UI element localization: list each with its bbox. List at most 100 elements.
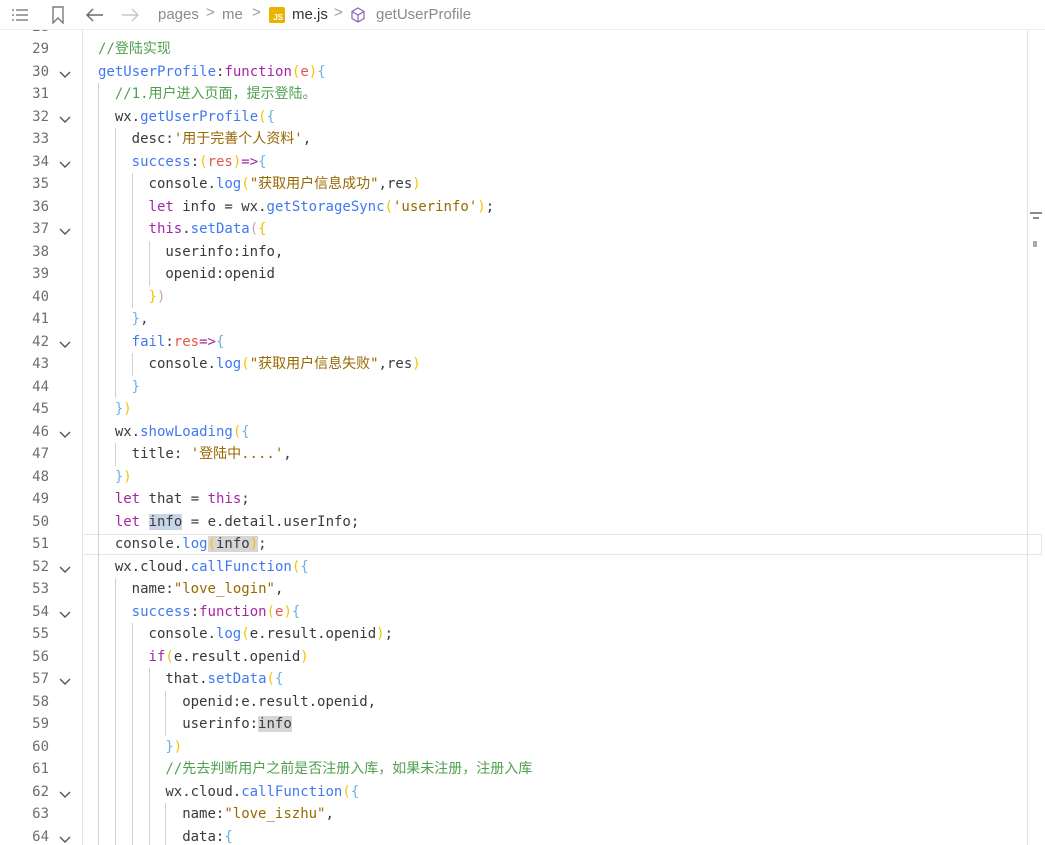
code-text: }	[131, 378, 141, 395]
indent-guide	[98, 533, 99, 556]
code-line[interactable]: 49 let that = this;	[0, 488, 1045, 511]
code-text: openid:e.result.openid,	[182, 693, 377, 710]
chevron-right-icon: >	[252, 4, 261, 21]
indent-guide	[98, 825, 99, 845]
breadcrumb-symbol[interactable]: getUserProfile	[376, 6, 471, 24]
code-line[interactable]: 59 userinfo:info	[0, 713, 1045, 736]
fold-chevron-icon[interactable]	[58, 156, 72, 168]
code-line[interactable]: 62 wx.cloud.callFunction({	[0, 780, 1045, 803]
indent-guide	[98, 690, 99, 713]
fold-chevron-icon[interactable]	[58, 561, 72, 573]
code-line[interactable]: 54 success:function(e){	[0, 600, 1045, 623]
code-line[interactable]: 44}	[0, 375, 1045, 398]
code-line[interactable]: 53 name:"love_login",	[0, 578, 1045, 601]
code-editor[interactable]: 28 29//登陆实现30getUserProfile:function(e){…	[0, 30, 1045, 845]
code-line[interactable]: 58 openid:e.result.openid,	[0, 690, 1045, 713]
line-number: 40	[32, 288, 49, 305]
code-line[interactable]: 33 desc:'用于完善个人资料',	[0, 128, 1045, 151]
indent-guide	[165, 803, 167, 826]
indent-guide	[114, 285, 116, 308]
indent-guide	[165, 713, 167, 736]
indent-guide	[131, 825, 133, 845]
code-line[interactable]: 57 that.setData({	[0, 668, 1045, 691]
code-line[interactable]: 60})	[0, 735, 1045, 758]
code-line[interactable]: 56 if(e.result.openid)	[0, 645, 1045, 668]
code-line[interactable]: 35 console.log("获取用户信息成功",res)	[0, 173, 1045, 196]
code-text: name:"love_iszhu",	[182, 806, 334, 822]
indent-guide	[98, 285, 99, 308]
fold-chevron-icon[interactable]	[58, 673, 72, 685]
code-line[interactable]: 29 //登陆实现	[0, 38, 1045, 61]
code-text: })	[114, 401, 132, 417]
fold-chevron-icon[interactable]	[58, 606, 72, 618]
line-number: 37	[32, 221, 49, 237]
code-line[interactable]: 36 let info = wx.getStorageSync('userinfo…	[0, 195, 1045, 218]
indent-guide	[148, 803, 150, 826]
fold-chevron-icon[interactable]	[58, 786, 72, 798]
code-line[interactable]: 32 wx.getUserProfile({	[0, 105, 1045, 128]
code-line[interactable]: 52 wx.cloud.callFunction({	[0, 555, 1045, 578]
code-line[interactable]: 38 userinfo:info,	[0, 240, 1045, 263]
code-text: name:"love_login",	[131, 581, 284, 597]
fold-chevron-icon[interactable]	[58, 111, 72, 123]
code-line[interactable]: 40})	[0, 285, 1045, 308]
indent-guide	[98, 150, 99, 173]
breadcrumb-bar: pages > me > JS me.js > getUserProfile	[0, 0, 1045, 30]
forward-arrow-icon[interactable]	[119, 4, 141, 26]
code-line[interactable]: 45})	[0, 398, 1045, 421]
code-line[interactable]: 46 wx.showLoading({	[0, 420, 1045, 443]
code-text: })	[114, 468, 132, 485]
code-line[interactable]: 31 //1.用户进入页面，提示登陆。	[0, 83, 1045, 106]
indent-guide	[131, 803, 133, 826]
fold-chevron-icon[interactable]	[58, 426, 72, 438]
line-number: 61	[32, 761, 49, 777]
indent-guide	[98, 623, 99, 646]
code-line[interactable]: 47 title: '登陆中....',	[0, 443, 1045, 466]
code-text: wx.cloud.callFunction({	[165, 783, 360, 800]
code-line[interactable]: 43 console.log("获取用户信息失败",res)	[0, 353, 1045, 376]
indent-guide	[131, 240, 133, 263]
bookmark-icon[interactable]	[47, 4, 69, 26]
fold-chevron-icon[interactable]	[58, 336, 72, 348]
code-line[interactable]: 51 console.log(info);	[0, 533, 1045, 556]
vertical-scrollbar[interactable]	[1027, 30, 1028, 845]
indent-guide	[131, 780, 133, 803]
code-line[interactable]: 55 console.log(e.result.openid);	[0, 623, 1045, 646]
code-line[interactable]: 30 getUserProfile:function(e){	[0, 61, 1045, 84]
line-number: 29	[32, 41, 49, 57]
fold-chevron-icon[interactable]	[58, 223, 72, 235]
indent-guide	[98, 735, 99, 758]
line-number: 38	[32, 243, 49, 260]
code-line[interactable]: 41},	[0, 308, 1045, 331]
code-text: that.setData({	[165, 671, 284, 687]
breadcrumb-file[interactable]: me.js	[292, 6, 328, 24]
code-text: //登陆实现	[98, 41, 171, 57]
code-line[interactable]: 64 data:{	[0, 825, 1045, 845]
code-line[interactable]: 63 name:"love_iszhu",	[0, 803, 1045, 826]
code-line[interactable]: 39 openid:openid	[0, 263, 1045, 286]
code-line[interactable]: 61 //先去判断用户之前是否注册入库，如果未注册，注册入库	[0, 758, 1045, 781]
code-line[interactable]: 34 success:(res)=>{	[0, 150, 1045, 173]
fold-chevron-icon[interactable]	[58, 66, 72, 78]
outline-icon[interactable]	[9, 4, 31, 26]
code-line[interactable]: 50 let info = e.detail.userInfo;	[0, 510, 1045, 533]
breadcrumb-pages[interactable]: pages	[158, 6, 199, 24]
indent-guide	[114, 735, 116, 758]
code-text: success:function(e){	[131, 603, 301, 620]
fold-chevron-icon[interactable]	[58, 831, 72, 843]
code-line[interactable]: 42 fail:res=>{	[0, 330, 1045, 353]
indent-guide	[131, 173, 133, 196]
indent-guide	[98, 600, 99, 623]
chevron-right-icon: >	[334, 4, 343, 21]
code-line[interactable]: 48})	[0, 465, 1045, 488]
code-text: },	[131, 311, 149, 327]
back-arrow-icon[interactable]	[84, 4, 106, 26]
breadcrumb-me[interactable]: me	[222, 6, 243, 24]
indent-guide	[98, 195, 99, 218]
line-number: 41	[32, 311, 49, 327]
code-line[interactable]: 37 this.setData({	[0, 218, 1045, 241]
indent-guide	[131, 285, 133, 308]
indent-guide	[131, 735, 133, 758]
line-number: 63	[32, 806, 49, 822]
indent-guide	[114, 803, 116, 826]
